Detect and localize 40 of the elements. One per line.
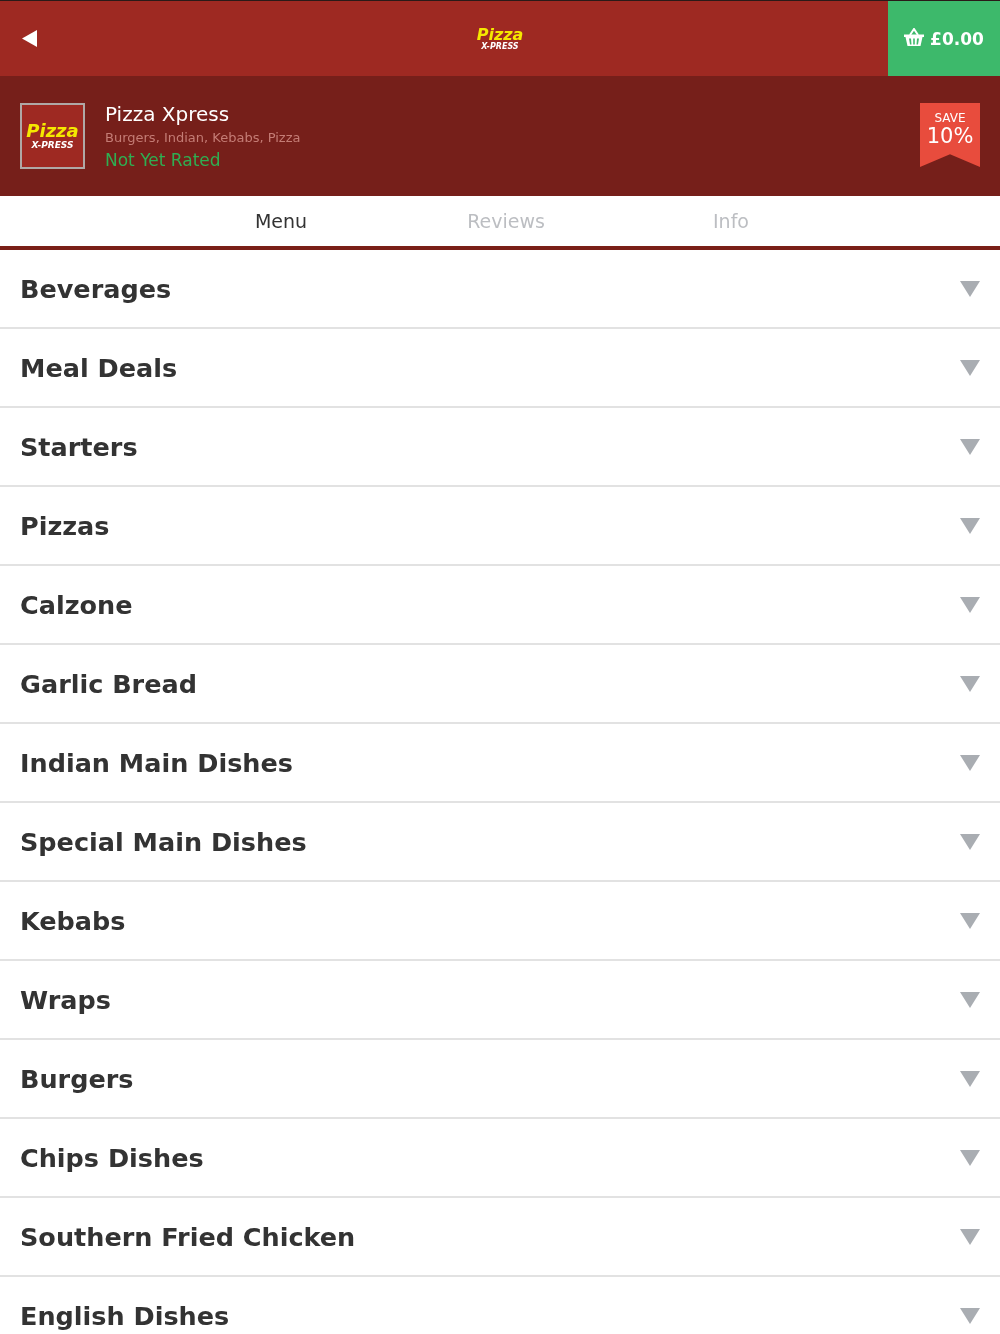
back-arrow-icon <box>22 30 37 47</box>
category-row[interactable]: Indian Main Dishes <box>0 724 1000 803</box>
logo-wordmark: Pizza <box>26 122 79 140</box>
category-row[interactable]: Kebabs <box>0 882 1000 961</box>
basket-icon <box>904 27 925 46</box>
restaurant-name: Pizza Xpress <box>105 100 230 127</box>
category-name: Special Main Dishes <box>20 826 307 857</box>
category-row[interactable]: Chips Dishes <box>0 1119 1000 1198</box>
category-name: Calzone <box>20 589 133 620</box>
category-name: English Dishes <box>20 1300 230 1331</box>
category-name: Beverages <box>20 273 172 304</box>
category-row[interactable]: Starters <box>0 408 1000 487</box>
rating-text: Not Yet Rated <box>105 148 221 172</box>
category-row[interactable]: Beverages <box>0 250 1000 329</box>
logo-wordmark: Pizza <box>476 26 524 42</box>
category-row[interactable]: Southern Fried Chicken <box>0 1198 1000 1277</box>
discount-value: 10% <box>926 125 974 147</box>
category-row[interactable]: Calzone <box>0 566 1000 645</box>
category-name: Burgers <box>20 1063 134 1094</box>
logo-subtitle: X-PRESS <box>481 41 519 51</box>
category-row[interactable]: English Dishes <box>0 1277 1000 1334</box>
category-row[interactable]: Pizzas <box>0 487 1000 566</box>
category-name: Pizzas <box>20 510 110 541</box>
category-row[interactable]: Wraps <box>0 961 1000 1040</box>
category-row[interactable]: Garlic Bread <box>0 645 1000 724</box>
category-row[interactable]: Burgers <box>0 1040 1000 1119</box>
discount-label: SAVE <box>934 112 966 125</box>
cuisine-list: Burgers, Indian, Kebabs, Pizza <box>105 126 301 148</box>
category-name: Southern Fried Chicken <box>20 1221 356 1252</box>
category-name: Wraps <box>20 984 111 1015</box>
logo-subtitle: X-PRESS <box>31 140 74 150</box>
category-name: Garlic Bread <box>20 668 197 699</box>
tab[interactable]: Menu <box>168 196 394 246</box>
category-name: Starters <box>20 431 138 462</box>
category-name: Chips Dishes <box>20 1142 204 1173</box>
category-name: Kebabs <box>20 905 126 936</box>
category-row[interactable]: Meal Deals <box>0 329 1000 408</box>
category-name: Meal Deals <box>20 352 178 383</box>
category-name: Indian Main Dishes <box>20 747 293 778</box>
category-row[interactable]: Special Main Dishes <box>0 803 1000 882</box>
